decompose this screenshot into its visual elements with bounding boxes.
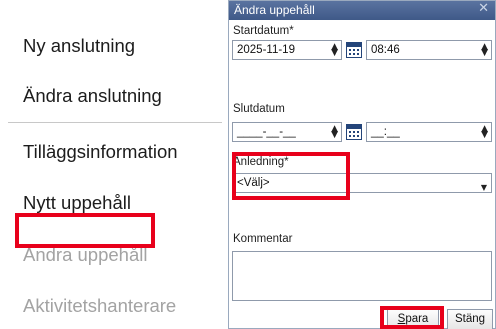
start-date-field[interactable]: 2025-11-19 ▲ ▼ xyxy=(232,40,342,60)
start-date-label: Startdatum* xyxy=(233,25,294,37)
menu-item-nytt-uppehall[interactable]: Nytt uppehåll xyxy=(23,192,131,214)
end-time-value: __:__ xyxy=(371,126,400,138)
start-date-spinner-icon[interactable]: ▲ ▼ xyxy=(331,43,338,58)
highlight-save xyxy=(380,306,444,329)
end-date-label: Slutdatum xyxy=(233,103,285,115)
end-date-spinner-icon[interactable]: ▲ ▼ xyxy=(331,125,338,140)
start-calendar-icon[interactable] xyxy=(346,42,362,58)
comment-label: Kommentar xyxy=(233,233,293,245)
highlight-reason xyxy=(232,152,350,200)
start-time-field[interactable]: 08:46 ▲ ▼ xyxy=(366,40,492,60)
menu-item-tillaggsinformation[interactable]: Tilläggsinformation xyxy=(23,141,178,163)
close-button[interactable]: Stäng xyxy=(447,309,493,329)
menu-item-aktivitetshanterare: Aktivitetshanterare xyxy=(23,295,177,316)
start-date-value: 2025-11-19 xyxy=(237,44,295,56)
end-date-value: ____-__-__ xyxy=(237,126,296,138)
menu-item-ny-anslutning[interactable]: Ny anslutning xyxy=(23,35,135,57)
end-calendar-icon[interactable] xyxy=(346,124,362,140)
menu-item-andra-anslutning[interactable]: Ändra anslutning xyxy=(23,85,162,107)
dialog-title: Ändra uppehåll xyxy=(234,3,315,17)
context-menu: Ny anslutning Ändra anslutning Tilläggsi… xyxy=(0,0,225,329)
end-date-field[interactable]: ____-__-__ ▲ ▼ xyxy=(232,122,342,142)
end-time-field[interactable]: __:__ ▲ ▼ xyxy=(366,122,492,142)
menu-separator xyxy=(8,122,222,123)
chevron-down-icon[interactable]: ▼ xyxy=(481,179,487,197)
dialog-titlebar[interactable]: Ändra uppehåll ✕ xyxy=(229,1,495,20)
close-button-label: Stäng xyxy=(454,313,486,325)
start-time-value: 08:46 xyxy=(371,44,400,56)
close-icon[interactable]: ✕ xyxy=(478,1,489,16)
highlight-nytt-uppehall xyxy=(15,213,155,248)
start-time-spinner-icon[interactable]: ▲ ▼ xyxy=(481,43,488,58)
end-time-spinner-icon[interactable]: ▲ ▼ xyxy=(481,125,488,140)
comment-textarea[interactable] xyxy=(232,251,492,301)
